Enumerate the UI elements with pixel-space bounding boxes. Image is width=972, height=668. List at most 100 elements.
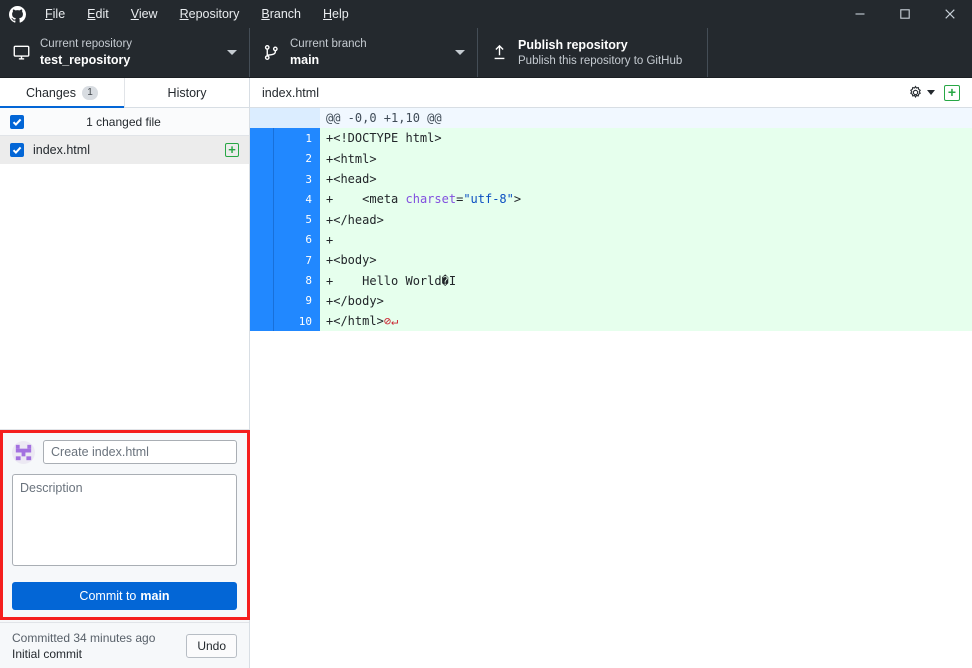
diff-actions: + (908, 84, 960, 101)
diff-line-row[interactable]: 9 + </body> (250, 290, 972, 311)
diff-line-number: 9 (273, 290, 320, 311)
diff-line-text: + <html> (320, 148, 972, 169)
commit-form: Commit to main (0, 429, 249, 622)
diff-line-row[interactable]: 2 + <html> (250, 148, 972, 169)
menu-item-repository[interactable]: Repository (169, 0, 251, 28)
diff-header: index.html + (250, 78, 972, 108)
diff-line-number: 5 (273, 209, 320, 230)
diff-line-row[interactable]: 10 + </html> ⊘↵ (250, 310, 972, 332)
diff-settings-button[interactable] (908, 85, 935, 100)
diff-line-text: + <head> (320, 168, 972, 190)
commit-button-branch: main (140, 589, 170, 603)
diff-line-number: 4 (273, 189, 320, 210)
current-branch-label: Current branch (290, 38, 367, 50)
diff-file-name: index.html (262, 85, 319, 100)
diff-line-text: + </body> (320, 290, 972, 311)
publish-repository-title: Publish repository (518, 37, 628, 52)
diff-gutter[interactable] (250, 148, 273, 169)
changed-files-header: 1 changed file (0, 108, 249, 136)
commit-description-input[interactable] (12, 474, 237, 566)
tab-changes-label: Changes (25, 85, 77, 100)
current-branch-button[interactable]: Current branch main (250, 28, 478, 77)
last-commit-message: Initial commit (12, 646, 83, 661)
maximize-icon[interactable] (882, 0, 927, 28)
main-toolbar: Current repository test_repository Curre… (0, 28, 972, 78)
github-logo-icon (0, 5, 34, 23)
file-checkbox[interactable] (10, 143, 24, 157)
current-branch-value: main (290, 53, 320, 67)
main-body: Changes 1 History 1 changed file index.h… (0, 78, 972, 668)
menu-item-help[interactable]: Help (312, 0, 360, 28)
diff-line-row[interactable]: 4 + <meta charset = "utf-8" > (250, 189, 972, 210)
close-icon[interactable] (927, 0, 972, 28)
tab-changes[interactable]: Changes 1 (0, 78, 125, 108)
sidebar-tabs: Changes 1 History (0, 78, 249, 108)
diff-line-row[interactable]: 7 + <body> (250, 250, 972, 271)
diff-line-row[interactable]: 1 + <!DOCTYPE html> (250, 128, 972, 149)
diff-line-number (273, 108, 320, 129)
upload-icon (490, 44, 508, 61)
menu-item-file[interactable]: File (34, 0, 76, 28)
title-bar: File Edit View Repository Branch Help (0, 0, 972, 28)
diff-line-text: + <!DOCTYPE html> (320, 128, 972, 149)
menu-item-view[interactable]: View (120, 0, 169, 28)
diff-line-number: 3 (273, 168, 320, 190)
diff-gutter[interactable] (250, 250, 273, 271)
minimize-icon[interactable] (837, 0, 882, 28)
tab-history[interactable]: History (125, 78, 249, 107)
diff-pane: index.html + @@ -0,0 +1,10 @@ 1 + <!DOCTYPE… (250, 78, 972, 668)
diff-line-row[interactable]: 5 + </head> (250, 209, 972, 230)
diff-line-number: 8 (273, 270, 320, 291)
diff-line-number: 10 (273, 310, 320, 332)
commit-button-prefix: Commit to (79, 589, 137, 603)
diff-line-number: 6 (273, 229, 320, 251)
changed-file-list: index.html + (0, 136, 249, 429)
select-all-checkbox[interactable] (10, 114, 24, 129)
diff-gutter[interactable] (250, 310, 273, 332)
current-repository-label: Current repository (40, 38, 133, 50)
publish-repository-subtitle: Publish this repository to GitHub (518, 54, 683, 67)
diff-hunk-header-row: @@ -0,0 +1,10 @@ (250, 108, 972, 129)
current-repository-button[interactable]: Current repository test_repository (0, 28, 250, 77)
diff-gutter[interactable] (250, 168, 273, 190)
commit-button[interactable]: Commit to main (12, 582, 237, 610)
diff-line-number: 7 (273, 250, 320, 271)
diff-line-text: + <body> (320, 250, 972, 271)
menu-item-branch[interactable]: Branch (250, 0, 312, 28)
undo-commit-bar: Committed 34 minutes ago Initial commit … (0, 622, 249, 668)
list-item[interactable]: index.html + (0, 136, 249, 164)
diff-line-text: + </html> ⊘↵ (320, 310, 972, 332)
git-branch-icon (262, 44, 280, 61)
diff-gutter[interactable] (250, 209, 273, 230)
gear-icon (910, 85, 921, 99)
diff-hunk-header-text: @@ -0,0 +1,10 @@ (320, 108, 972, 129)
file-status-added-icon: + (225, 143, 239, 157)
chevron-down-icon (927, 90, 935, 95)
commit-summary-input[interactable] (43, 440, 237, 464)
diff-content[interactable]: @@ -0,0 +1,10 @@ 1 + <!DOCTYPE html> 2 + <html… (250, 108, 972, 668)
diff-gutter[interactable] (250, 128, 273, 149)
diff-gutter[interactable] (250, 108, 273, 129)
desktop-icon (12, 44, 30, 61)
add-box-icon[interactable]: + (944, 84, 960, 101)
diff-gutter[interactable] (250, 189, 273, 210)
diff-line-number: 1 (273, 128, 320, 149)
diff-line-row[interactable]: 3 + <head> (250, 168, 972, 190)
diff-gutter[interactable] (250, 229, 273, 251)
diff-line-text: + </head> (320, 209, 972, 230)
changes-sidebar: Changes 1 History 1 changed file index.h… (0, 78, 250, 668)
last-commit-status: Committed 34 minutes ago (12, 630, 156, 645)
diff-line-row[interactable]: 8 + Hello World � I (250, 270, 972, 291)
publish-repository-button[interactable]: Publish repository Publish this reposito… (478, 28, 708, 77)
commit-summary-row (12, 440, 237, 464)
tab-changes-badge: 1 (82, 85, 99, 100)
diff-gutter[interactable] (250, 270, 273, 291)
menu-item-edit[interactable]: Edit (76, 0, 120, 28)
chevron-down-icon (455, 50, 465, 55)
undo-button[interactable]: Undo (186, 633, 237, 658)
diff-gutter[interactable] (250, 290, 273, 311)
github-desktop-window: File Edit View Repository Branch Help Cu… (0, 0, 972, 668)
diff-line-row[interactable]: 6 + (250, 229, 972, 251)
file-name: index.html (33, 143, 90, 157)
